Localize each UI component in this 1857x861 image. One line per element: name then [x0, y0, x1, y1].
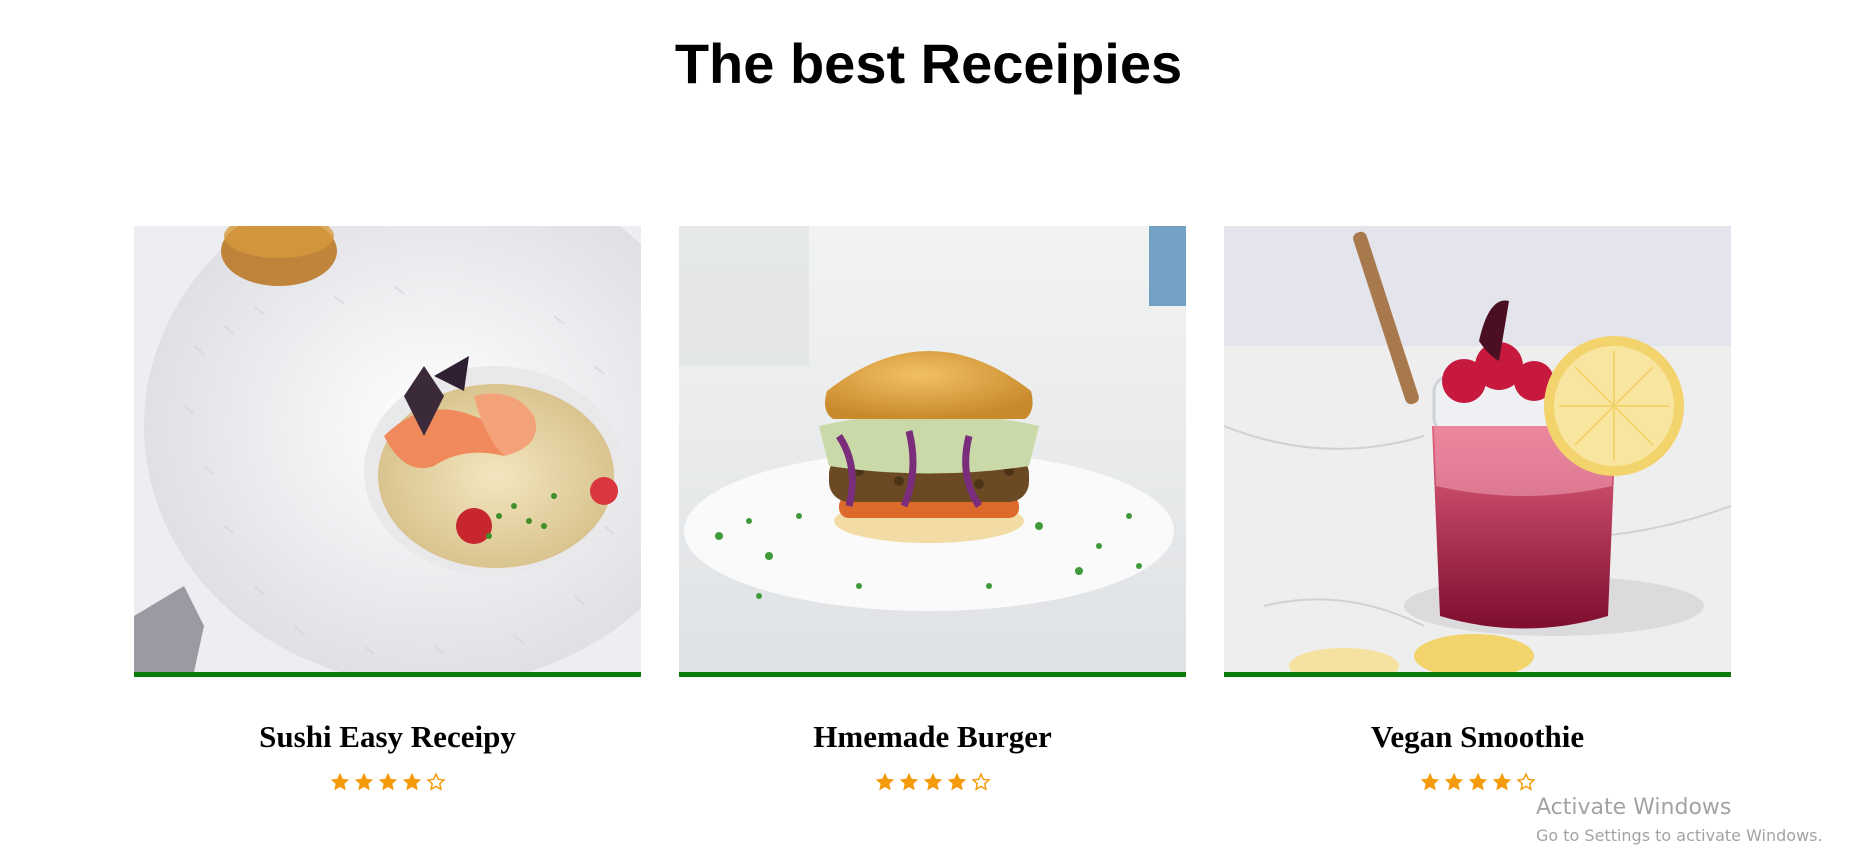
star-filled-icon: [874, 771, 896, 793]
activate-windows-watermark: Activate Windows Go to Settings to activ…: [1536, 793, 1823, 849]
star-filled-icon: [1443, 771, 1465, 793]
star-filled-icon: [1491, 771, 1513, 793]
page-title: The best Receipies: [674, 32, 1183, 95]
star-filled-icon: [922, 771, 944, 793]
recipe-title[interactable]: Sushi Easy Receipy: [134, 717, 641, 757]
star-filled-icon: [329, 771, 351, 793]
star-empty-icon: [425, 771, 447, 793]
star-filled-icon: [946, 771, 968, 793]
recipe-card[interactable]: Sushi Easy Receipy: [134, 226, 641, 793]
star-rating: [679, 771, 1186, 793]
star-filled-icon: [1419, 771, 1441, 793]
star-rating: [1224, 771, 1731, 793]
star-filled-icon: [401, 771, 423, 793]
star-empty-icon: [970, 771, 992, 793]
recipe-title[interactable]: Vegan Smoothie: [1224, 717, 1731, 757]
star-filled-icon: [1467, 771, 1489, 793]
watermark-title: Activate Windows: [1536, 795, 1732, 820]
recipe-image-smoothie[interactable]: [1224, 226, 1731, 677]
recipe-title[interactable]: Hmemade Burger: [679, 717, 1186, 757]
recipe-card[interactable]: Vegan Smoothie: [1224, 226, 1731, 793]
recipe-image-burger[interactable]: [679, 226, 1186, 677]
star-filled-icon: [353, 771, 375, 793]
star-filled-icon: [377, 771, 399, 793]
recipe-card[interactable]: Hmemade Burger: [679, 226, 1186, 793]
watermark-subtitle: Go to Settings to activate Windows.: [1536, 826, 1823, 845]
recipe-image-shrimp-dish[interactable]: [134, 226, 641, 677]
star-rating: [134, 771, 641, 793]
star-filled-icon: [898, 771, 920, 793]
star-empty-icon: [1515, 771, 1537, 793]
